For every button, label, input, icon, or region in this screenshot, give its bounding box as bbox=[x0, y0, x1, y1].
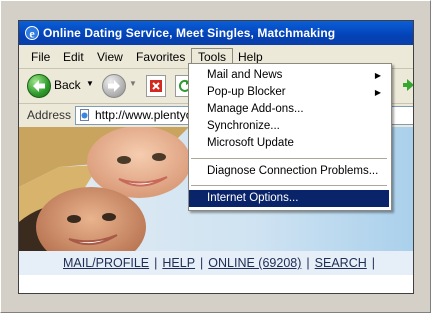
menu-item-mail-and-news[interactable]: Mail and News ▶ bbox=[189, 67, 389, 84]
nav-separator: | bbox=[154, 256, 158, 270]
nav-link-mail-profile[interactable]: MAIL/PROFILE bbox=[63, 256, 149, 270]
back-arrow-icon bbox=[33, 80, 45, 92]
go-arrow-icon[interactable] bbox=[402, 77, 414, 93]
stop-icon bbox=[150, 80, 162, 92]
submenu-arrow-icon: ▶ bbox=[374, 71, 381, 80]
menu-item-popup-blocker[interactable]: Pop-up Blocker ▶ bbox=[189, 84, 389, 101]
menu-edit[interactable]: Edit bbox=[57, 48, 90, 66]
menu-item-diagnose-connection[interactable]: Diagnose Connection Problems... bbox=[189, 163, 389, 180]
address-url: http://www.plentyo bbox=[95, 108, 193, 122]
site-nav-bar: MAIL/PROFILE | HELP | ONLINE (69208) | SEARCH | bbox=[19, 251, 413, 275]
stop-button[interactable] bbox=[146, 75, 166, 97]
submenu-arrow-icon: ▶ bbox=[374, 88, 381, 97]
menu-separator bbox=[191, 158, 387, 159]
window-title: Online Dating Service, Meet Singles, Mat… bbox=[43, 26, 336, 40]
svg-text:e: e bbox=[29, 27, 35, 41]
menu-separator bbox=[191, 185, 387, 186]
nav-separator: | bbox=[371, 256, 375, 270]
nav-link-search[interactable]: SEARCH bbox=[315, 256, 367, 270]
menu-view[interactable]: View bbox=[91, 48, 129, 66]
menu-favorites[interactable]: Favorites bbox=[130, 48, 191, 66]
menu-item-synchronize[interactable]: Synchronize... bbox=[189, 118, 389, 135]
nav-separator: | bbox=[306, 256, 310, 270]
back-label[interactable]: Back bbox=[54, 78, 81, 92]
menu-item-manage-addons[interactable]: Manage Add-ons... bbox=[189, 101, 389, 118]
menu-item-microsoft-update[interactable]: Microsoft Update bbox=[189, 135, 389, 152]
address-label: Address bbox=[27, 108, 72, 122]
title-bar[interactable]: e Online Dating Service, Meet Singles, M… bbox=[19, 21, 413, 45]
forward-dropdown-icon[interactable]: ▼ bbox=[129, 79, 137, 88]
nav-separator: | bbox=[200, 256, 204, 270]
nav-link-help[interactable]: HELP bbox=[162, 256, 195, 270]
tools-dropdown-menu: Mail and News ▶ Pop-up Blocker ▶ Manage … bbox=[188, 63, 392, 211]
forward-arrow-icon bbox=[108, 80, 120, 92]
page-icon bbox=[80, 109, 89, 121]
menu-item-internet-options[interactable]: Internet Options... bbox=[189, 190, 389, 207]
back-button[interactable] bbox=[27, 74, 51, 98]
back-dropdown-icon[interactable]: ▼ bbox=[86, 79, 94, 88]
nav-link-online[interactable]: ONLINE (69208) bbox=[208, 256, 301, 270]
internet-explorer-icon: e bbox=[25, 26, 39, 41]
forward-button[interactable] bbox=[102, 74, 126, 98]
menu-file[interactable]: File bbox=[25, 48, 56, 66]
